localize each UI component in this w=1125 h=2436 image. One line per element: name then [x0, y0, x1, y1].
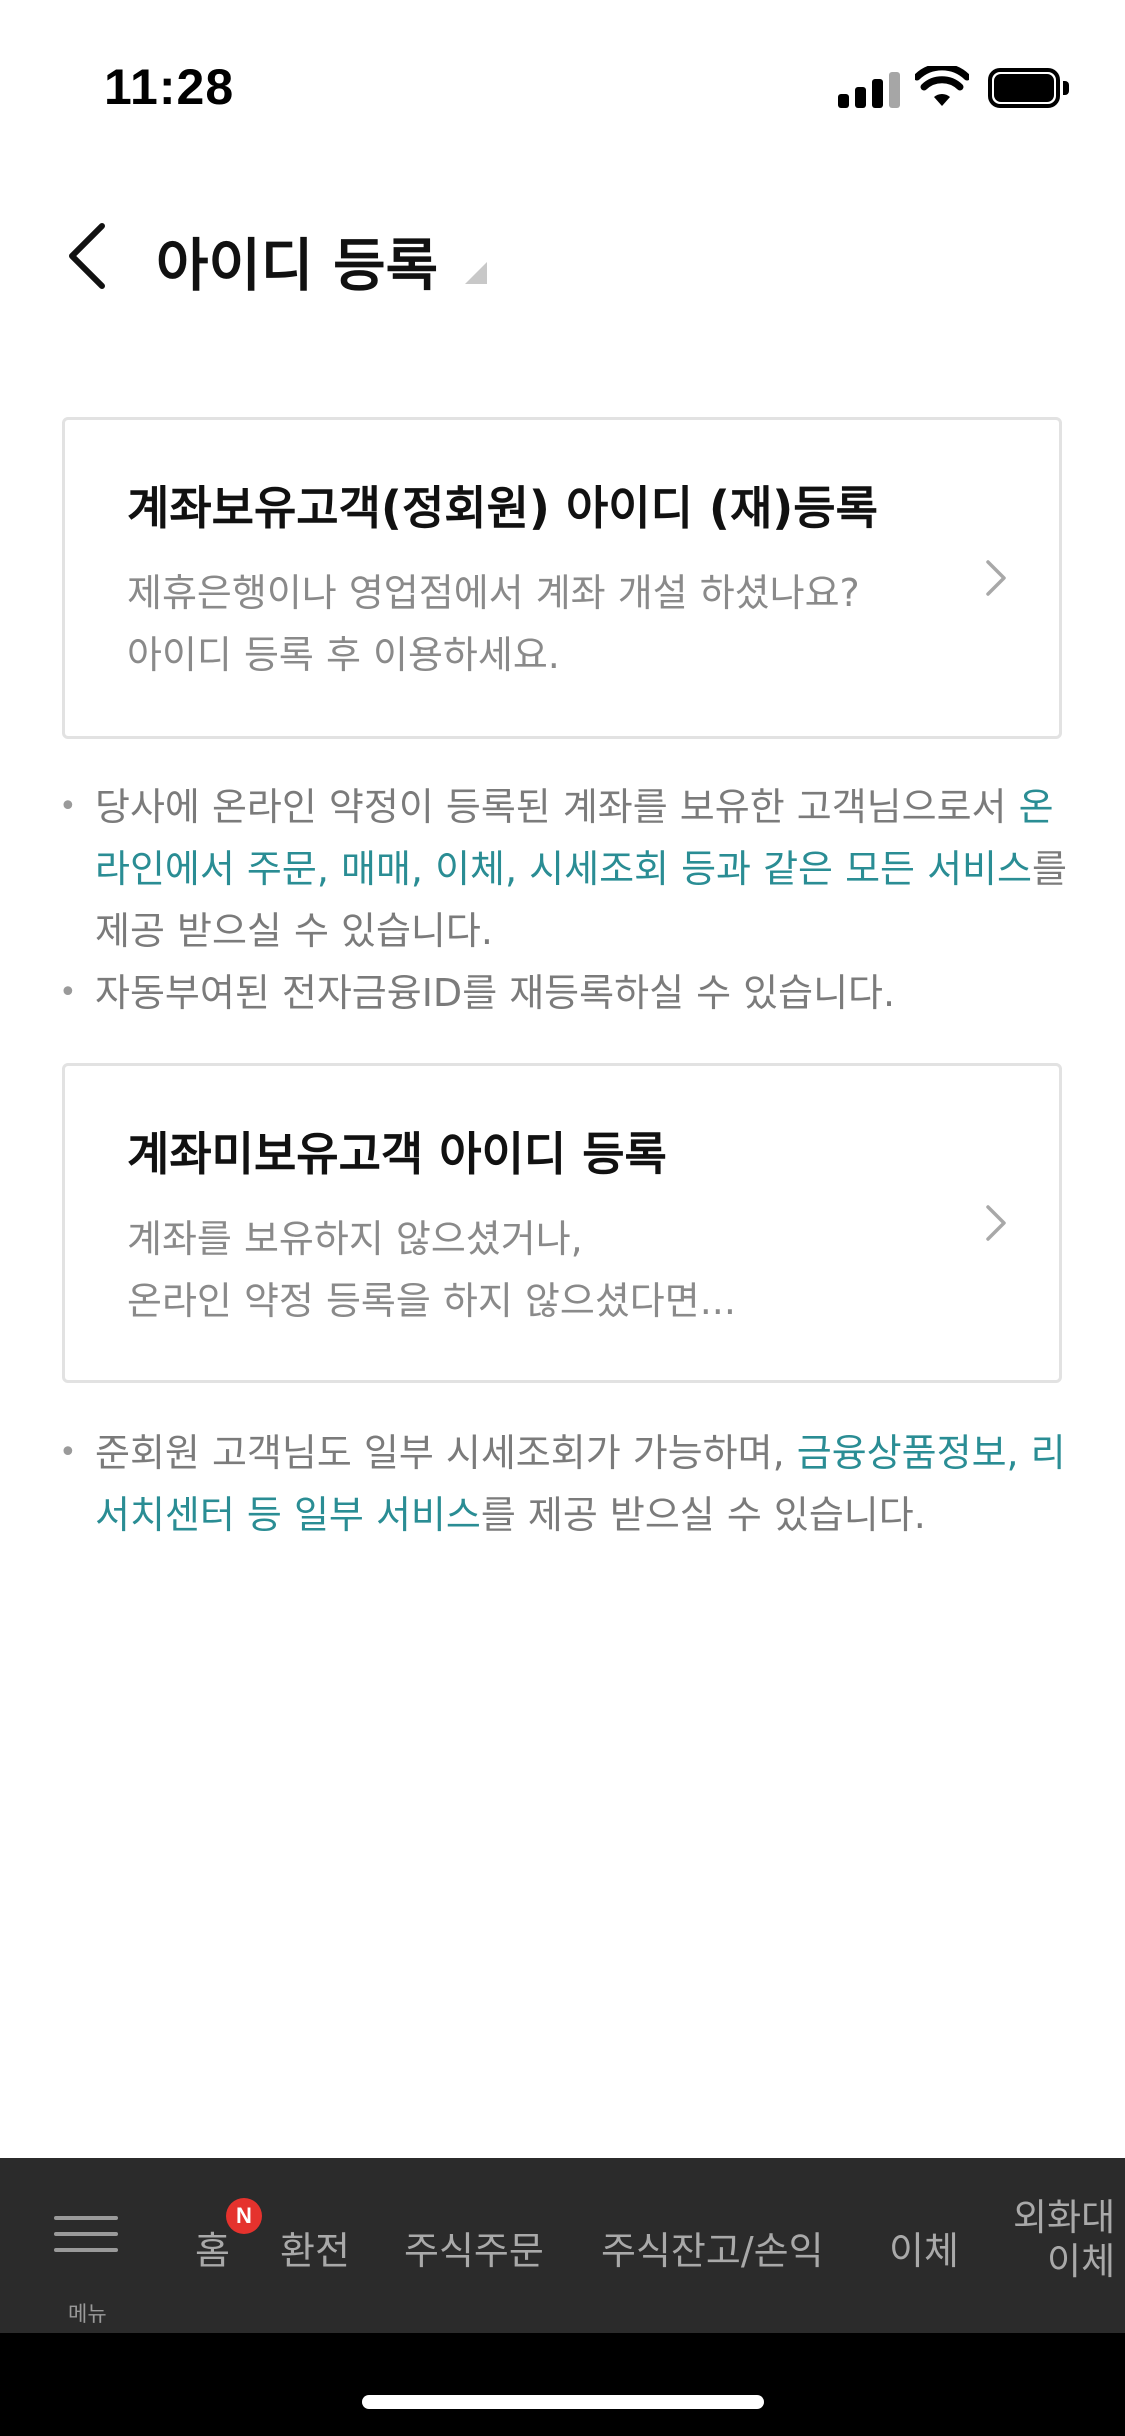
- registered-customer-notes: • 당사에 온라인 약정이 등록된 계좌를 보유한 고객님으로서 온라인에서 주…: [55, 776, 1085, 1024]
- status-time: 11:28: [104, 59, 235, 115]
- home-indicator-area: [0, 2333, 1125, 2436]
- note-text: 자동부여된 전자금융ID를 재등록하실 수 있습니다.: [95, 971, 896, 1015]
- back-chevron-icon[interactable]: [60, 218, 116, 294]
- nav-item-stock-order[interactable]: 주식주문: [404, 2220, 544, 2275]
- nav-item-transfer[interactable]: 이체: [889, 2220, 959, 2275]
- bullet-icon: •: [59, 975, 77, 1010]
- nav-item-fx-transfer[interactable]: 외화대 이체: [1013, 2196, 1115, 2284]
- registered-customer-card[interactable]: 계좌보유고객(정회원) 아이디 (재)등록 제휴은행이나 영업점에서 계좌 개설…: [62, 417, 1062, 739]
- card-desc-line: 제휴은행이나 영업점에서 계좌 개설 하셨나요?: [127, 571, 860, 615]
- page-title: 아이디 등록: [156, 233, 439, 299]
- note-text: 준회원 고객님도 일부 시세조회가 가능하며,: [95, 1431, 797, 1475]
- nav-item-exchange[interactable]: 환전: [280, 2220, 350, 2275]
- chevron-right-icon: [986, 1205, 1006, 1241]
- nav-item-home[interactable]: 홈: [195, 2220, 230, 2275]
- note-text: 를 제공 받으실 수 있습니다.: [480, 1493, 926, 1537]
- note-item: • 당사에 온라인 약정이 등록된 계좌를 보유한 고객님으로서 온라인에서 주…: [55, 776, 1085, 962]
- nav-fx-line: 외화대: [1013, 2196, 1116, 2239]
- note-item: • 준회원 고객님도 일부 시세조회가 가능하며, 금융상품정보, 리서치센터 …: [55, 1422, 1085, 1546]
- bullet-icon: •: [59, 789, 77, 824]
- card-description: 계좌를 보유하지 않으셨거나, 온라인 약정 등록을 하지 않으셨다면...: [127, 1208, 736, 1332]
- home-indicator[interactable]: [362, 2395, 764, 2409]
- nav-fx-line: 이체: [1047, 2240, 1116, 2283]
- card-desc-line: 계좌를 보유하지 않으셨거나,: [127, 1217, 583, 1261]
- menu-label: 메뉴: [68, 2302, 107, 2326]
- status-bar: 11:28: [0, 0, 1125, 140]
- chevron-right-icon: [986, 560, 1006, 596]
- nav-item-stock-balance[interactable]: 주식잔고/손익: [601, 2220, 824, 2275]
- card-desc-line: 아이디 등록 후 이용하세요.: [127, 633, 560, 677]
- associate-member-notes: • 준회원 고객님도 일부 시세조회가 가능하며, 금융상품정보, 리서치센터 …: [55, 1422, 1085, 1546]
- note-item: • 자동부여된 전자금융ID를 재등록하실 수 있습니다.: [55, 962, 1085, 1024]
- card-title: 계좌보유고객(정회원) 아이디 (재)등록: [127, 481, 878, 535]
- bottom-navigation: 메뉴 홈 N 환전 주식주문 주식잔고/손익 이체 외화대 이체: [0, 2158, 1125, 2333]
- new-badge: N: [226, 2198, 262, 2234]
- menu-button[interactable]: 메뉴: [48, 2210, 128, 2326]
- card-title: 계좌미보유고객 아이디 등록: [127, 1127, 667, 1181]
- bullet-icon: •: [59, 1435, 77, 1470]
- header: 아이디 등록: [0, 190, 1125, 320]
- note-text: 당사에 온라인 약정이 등록된 계좌를 보유한 고객님으로서: [95, 785, 1019, 829]
- hamburger-icon: [54, 2216, 118, 2220]
- battery-icon: [988, 68, 1069, 108]
- card-desc-line: 온라인 약정 등록을 하지 않으셨다면...: [127, 1279, 736, 1323]
- card-description: 제휴은행이나 영업점에서 계좌 개설 하셨나요? 아이디 등록 후 이용하세요.: [127, 562, 860, 686]
- wifi-icon: [915, 66, 969, 106]
- corner-triangle-icon: [465, 262, 487, 284]
- unregistered-customer-card[interactable]: 계좌미보유고객 아이디 등록 계좌를 보유하지 않으셨거나, 온라인 약정 등록…: [62, 1063, 1062, 1383]
- cellular-signal-icon: [838, 72, 900, 108]
